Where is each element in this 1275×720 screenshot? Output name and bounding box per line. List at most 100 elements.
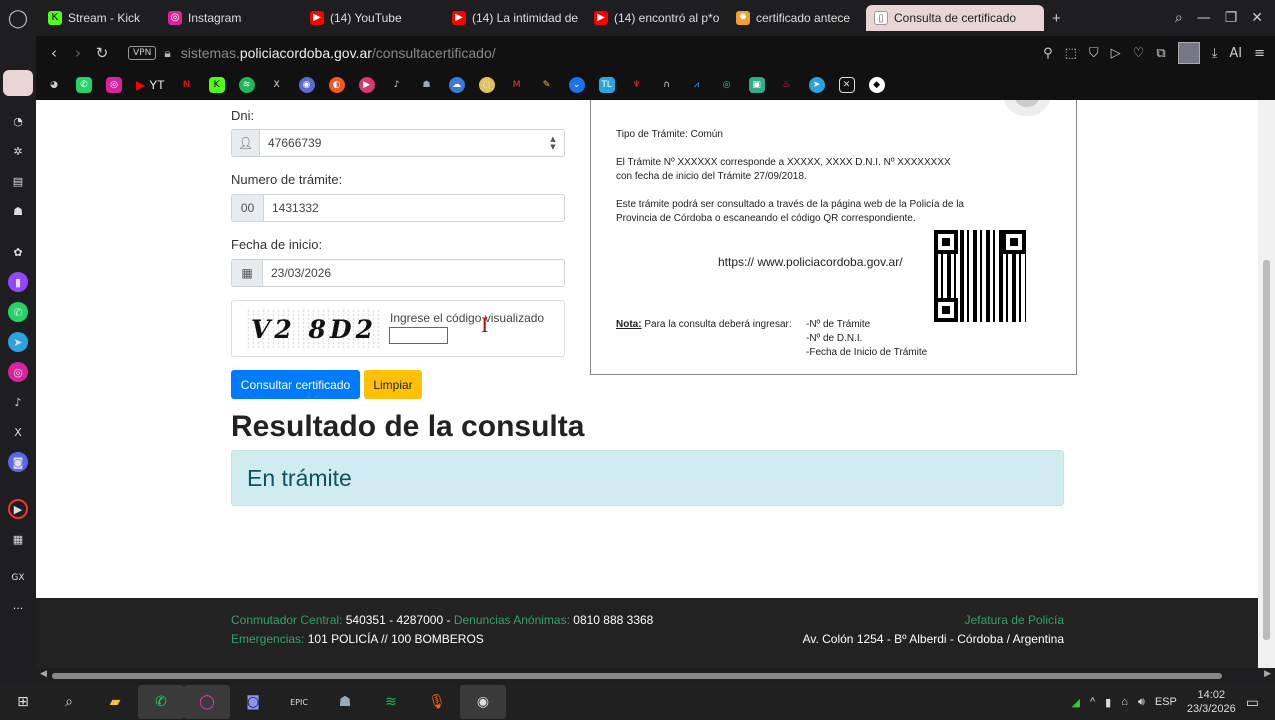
whatsapp-icon[interactable]: ✆ bbox=[138, 685, 184, 719]
spotify-icon[interactable]: ≋ bbox=[238, 77, 255, 93]
x-icon[interactable]: X bbox=[8, 422, 28, 442]
jefatura-link[interactable]: Jefatura de Policía bbox=[965, 613, 1064, 627]
aria-icon[interactable]: ◔ bbox=[8, 111, 28, 131]
heart-icon[interactable]: ♡ bbox=[1133, 46, 1145, 61]
scroll-left-icon[interactable]: ◀ bbox=[40, 669, 47, 679]
fire-icon[interactable]: ♨ bbox=[779, 77, 795, 93]
restore-icon[interactable]: ❐ bbox=[1225, 10, 1238, 26]
microphone-icon[interactable]: 🎙︎ bbox=[414, 685, 460, 719]
discord-icon[interactable]: ◙ bbox=[8, 452, 28, 472]
tool-icon[interactable]: ✎ bbox=[539, 77, 555, 93]
news-icon[interactable]: ▤ bbox=[8, 171, 28, 191]
notifications-icon[interactable]: ▭ bbox=[1246, 694, 1259, 711]
github-icon[interactable]: ◆ bbox=[868, 77, 885, 93]
minimize-icon[interactable]: — bbox=[1197, 10, 1211, 26]
vpn-badge[interactable]: VPN bbox=[128, 46, 157, 60]
mic-tray-icon[interactable]: ▮ bbox=[1105, 696, 1111, 709]
telegram-icon[interactable]: ➤ bbox=[8, 332, 28, 352]
chatgpt-icon[interactable]: ✿ bbox=[8, 242, 28, 262]
shield-icon[interactable]: ⛉ bbox=[1089, 46, 1099, 61]
player-icon[interactable]: ▶ bbox=[358, 77, 375, 93]
dni-input[interactable]: 47666739 bbox=[260, 130, 542, 156]
horizontal-scrollbar[interactable]: ◀ ▶ bbox=[36, 668, 1275, 684]
home-icon[interactable] bbox=[3, 70, 33, 96]
download-icon[interactable]: ⤓ bbox=[1212, 46, 1218, 61]
instagram-icon[interactable]: ◎ bbox=[106, 77, 122, 93]
file-explorer-icon[interactable]: ▰ bbox=[92, 685, 138, 719]
captcha-input[interactable] bbox=[389, 327, 448, 344]
avatar[interactable] bbox=[1177, 42, 1200, 64]
player-icon[interactable]: ▶ bbox=[8, 499, 28, 519]
whatsapp-icon[interactable]: ✆ bbox=[8, 302, 28, 322]
start-icon[interactable]: ⊞ bbox=[0, 685, 46, 719]
spotify-icon[interactable]: ≋ bbox=[368, 685, 414, 719]
scroll-right-icon[interactable]: ▶ bbox=[1264, 669, 1271, 679]
scrollbar-thumb[interactable] bbox=[52, 673, 1222, 679]
obs-icon[interactable]: ◉ bbox=[460, 685, 506, 719]
search-icon[interactable]: ⌕ bbox=[1175, 10, 1183, 26]
gx-icon[interactable]: GX bbox=[8, 568, 28, 588]
url-field[interactable]: sistemas.policiacordoba.gov.ar/consultac… bbox=[181, 45, 496, 61]
forward-icon[interactable]: › bbox=[66, 44, 90, 62]
tab-youtube[interactable]: ▶ (14) YouTube bbox=[302, 5, 444, 31]
tiktok-icon[interactable]: ♪ bbox=[389, 77, 405, 93]
epic-games-icon[interactable]: EPIC bbox=[276, 685, 322, 719]
limpiar-button[interactable]: Limpiar bbox=[364, 370, 422, 399]
twitch-icon[interactable]: ▮ bbox=[8, 272, 28, 292]
wifi-icon[interactable]: ⌂ bbox=[1121, 696, 1128, 708]
steam-icon[interactable]: ☗ bbox=[419, 77, 435, 93]
search-icon[interactable]: ⌕ bbox=[46, 685, 92, 719]
back-icon[interactable]: ‹ bbox=[42, 44, 66, 62]
opera-logo-icon[interactable]: ◯ bbox=[0, 0, 36, 36]
discord-icon[interactable]: ◙ bbox=[230, 685, 276, 719]
number-spinner-icon[interactable]: ▲ ▼ bbox=[542, 130, 564, 156]
reload-icon[interactable]: ↻ bbox=[90, 44, 114, 62]
snapshot-icon[interactable]: ⬚ bbox=[1065, 46, 1077, 61]
tab-kick[interactable]: K Stream - Kick Dash bbox=[40, 5, 140, 31]
grid-icon[interactable]: ▦ bbox=[8, 529, 28, 549]
menu-icon[interactable]: ≡ bbox=[1254, 46, 1265, 61]
youtube-bookmark[interactable]: ▶ YT bbox=[136, 77, 165, 93]
consultar-button[interactable]: Consultar certificado bbox=[231, 370, 360, 399]
language-indicator[interactable]: ESP bbox=[1155, 696, 1177, 708]
tab-youtube-2[interactable]: ▶ (14) La intimidad de bbox=[444, 5, 586, 31]
maps-icon[interactable]: ▣ bbox=[748, 77, 765, 93]
opera-gx-icon[interactable]: ◯ bbox=[184, 685, 230, 719]
download-icon[interactable]: ⌄ bbox=[568, 77, 585, 93]
tl-icon[interactable]: TL bbox=[598, 77, 615, 93]
bug-icon[interactable]: ✲ bbox=[8, 141, 28, 161]
aria-icon[interactable]: ◕ bbox=[46, 77, 62, 93]
tab-consulta-active[interactable]: ▯ Consulta de certificado bbox=[866, 5, 1044, 31]
chevron-up-icon[interactable]: ^ bbox=[1090, 696, 1095, 708]
lock-icon[interactable]: 🔒︎ bbox=[164, 46, 170, 61]
pin-icon[interactable]: ⚲ bbox=[1043, 46, 1053, 61]
more-icon[interactable]: ··· bbox=[8, 598, 28, 618]
tab-certificado[interactable]: ✹ certificado antece bbox=[728, 5, 866, 31]
cloud-icon[interactable]: ☁ bbox=[448, 77, 465, 93]
notion-icon[interactable]: ∩ bbox=[659, 77, 675, 93]
close-icon[interactable]: ✕ bbox=[1251, 10, 1263, 26]
ai-button[interactable]: AI bbox=[1229, 46, 1242, 61]
robot-icon[interactable]: ☗ bbox=[8, 201, 28, 221]
new-tab-button[interactable]: + bbox=[1044, 5, 1068, 31]
extensions-icon[interactable]: ⧉ bbox=[1156, 46, 1165, 61]
x-icon[interactable]: X bbox=[269, 77, 285, 93]
whatsapp-icon[interactable]: ✆ bbox=[76, 77, 92, 93]
close-box-icon[interactable]: ✕ bbox=[838, 77, 855, 93]
clock[interactable]: 14:02 23/3/2026 bbox=[1187, 688, 1236, 716]
scrollbar-thumb[interactable] bbox=[1263, 260, 1270, 640]
tiktok-icon[interactable]: ♪ bbox=[8, 392, 28, 412]
network-graph-icon[interactable]: ◢ bbox=[1072, 696, 1080, 709]
vertical-scrollbar[interactable] bbox=[1258, 100, 1275, 668]
chrome-icon[interactable]: ◉ bbox=[298, 77, 315, 93]
gmail-icon[interactable]: M bbox=[509, 77, 525, 93]
circle-icon[interactable]: ◎ bbox=[719, 77, 735, 93]
disk-icon[interactable]: ◌ bbox=[478, 77, 495, 93]
play-icon[interactable]: ▷ bbox=[1111, 46, 1121, 61]
devil-icon[interactable]: ♆ bbox=[629, 77, 645, 93]
tramite-input[interactable]: 1431332 bbox=[264, 195, 564, 221]
crunchyroll-icon[interactable]: ◐ bbox=[328, 77, 345, 93]
tab-youtube-3[interactable]: ▶ (14) encontró al p*o bbox=[586, 5, 728, 31]
fecha-input[interactable]: 23/03/2026 bbox=[263, 260, 564, 286]
instagram-icon[interactable]: ◎ bbox=[8, 362, 28, 382]
